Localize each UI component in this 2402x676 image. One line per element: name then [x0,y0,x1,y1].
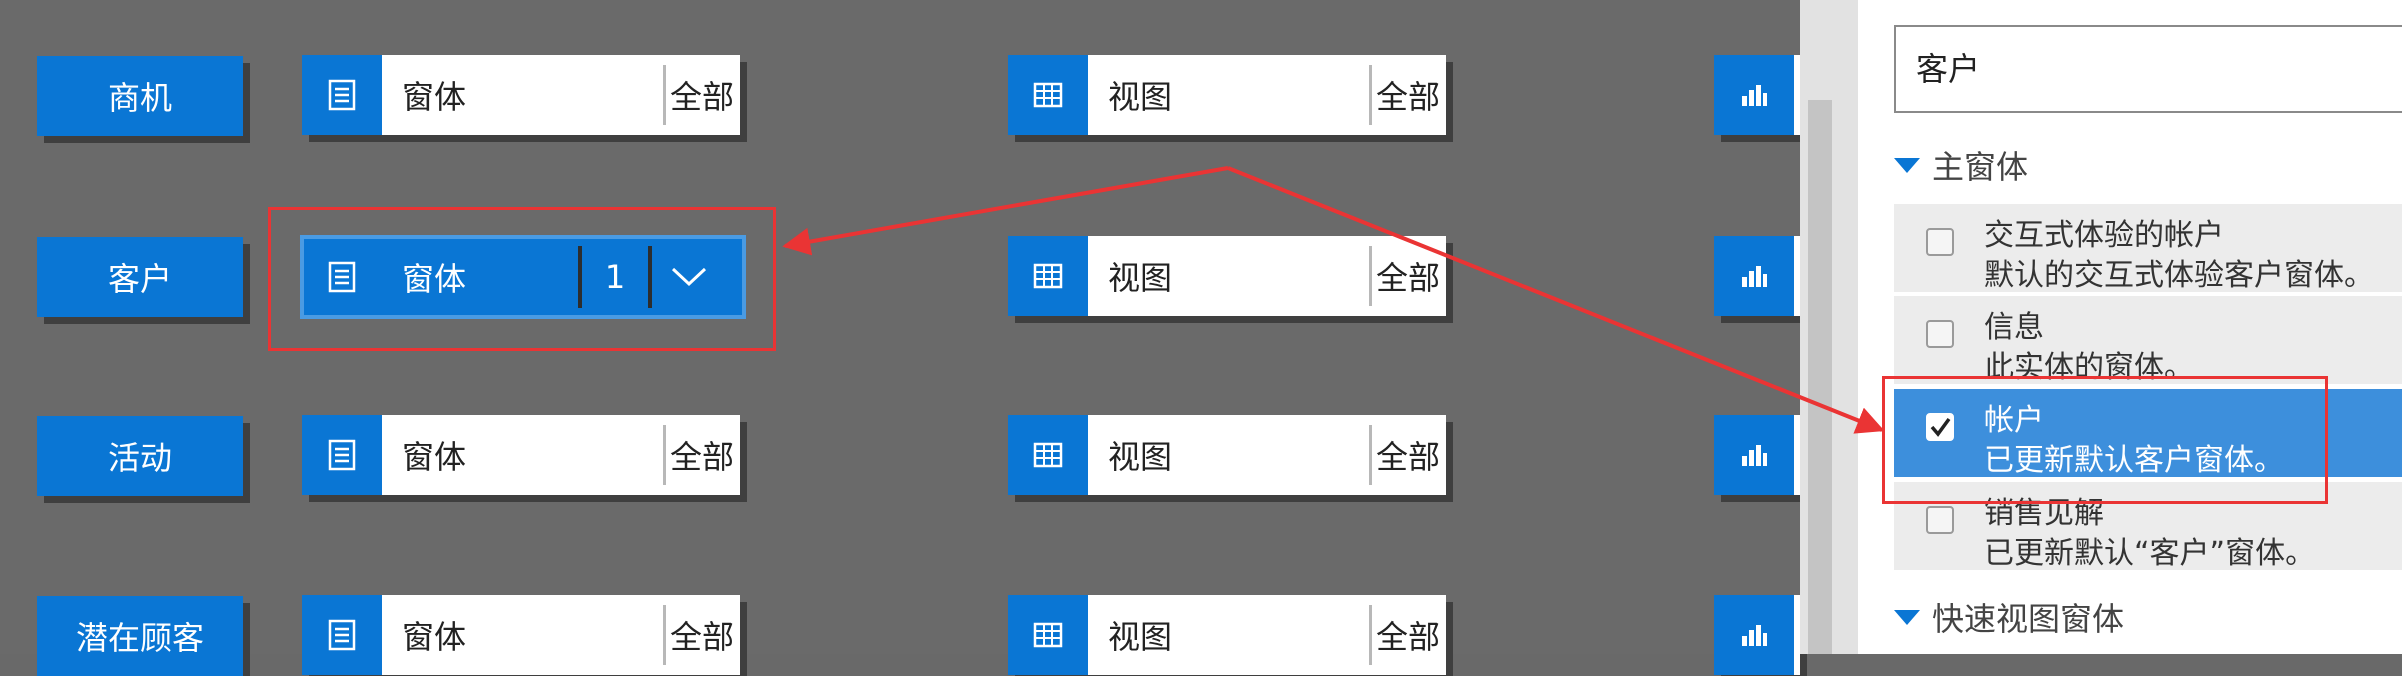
form-checkbox[interactable] [1926,228,1954,256]
form-option-name: 信息 [1984,310,2044,345]
charts-tile-account[interactable] [1714,236,1800,316]
entity-button-opportunity[interactable]: 商机 [37,56,243,136]
forms-tile-label: 窗体 [402,618,467,656]
main-form-section-label: 主窗体 [1932,148,2029,186]
forms-tile-lead[interactable]: 窗体 全部 [302,595,740,675]
forms-tile-all-label: 全部 [669,618,734,656]
form-list-icon [302,595,382,675]
forms-tile-label: 窗体 [402,78,467,116]
entity-name-field[interactable]: 客户 [1894,25,2402,113]
bar-chart-icon [1714,236,1794,316]
quick-view-section-label: 快速视图窗体 [1932,600,2125,638]
views-tile-account[interactable]: 视图 全部 [1008,236,1446,316]
entity-label: 活动 [107,439,172,477]
views-tile-label: 视图 [1108,259,1173,297]
entity-button-lead[interactable]: 潜在顾客 [37,596,243,676]
views-tile-opportunity[interactable]: 视图 全部 [1008,55,1446,135]
views-tile-activity[interactable]: 视图 全部 [1008,415,1446,495]
views-tile-all-label: 全部 [1375,259,1440,297]
form-option-information[interactable]: 信息 此实体的窗体。 [1894,296,2402,385]
main-form-section-header[interactable]: 主窗体 [1894,142,2028,188]
views-tile-all-label: 全部 [1375,438,1440,476]
views-tile-lead[interactable]: 视图 全部 [1008,595,1446,675]
bar-chart-icon [1714,595,1794,675]
grid-view-icon [1008,595,1088,675]
views-tile-label: 视图 [1108,618,1173,656]
form-option-name: 交互式体验的帐户 [1984,218,2224,253]
bar-chart-icon [1714,55,1794,135]
app-designer-canvas: 商机 窗体 全部 视图 全部 客户 窗体 1 视图 全部 活动 窗体 全部 视图… [0,0,1800,676]
form-list-icon [302,415,382,495]
triangle-down-icon [1894,157,1920,173]
entity-label: 客户 [107,260,172,298]
form-option-description: 默认的交互式体验客户窗体。 [1984,258,2374,293]
views-tile-label: 视图 [1108,78,1173,116]
entity-button-activity[interactable]: 活动 [37,416,243,496]
views-tile-label: 视图 [1108,438,1173,476]
views-tile-all-label: 全部 [1375,618,1440,656]
charts-tile-activity[interactable] [1714,415,1800,495]
grid-view-icon [1008,415,1088,495]
form-option-description: 已更新默认“客户”窗体。 [1984,536,2316,571]
forms-tile-opportunity[interactable]: 窗体 全部 [302,55,740,135]
entity-label: 潜在顾客 [75,619,204,657]
charts-tile-opportunity[interactable] [1714,55,1800,135]
form-option-interactive-account[interactable]: 交互式体验的帐户 默认的交互式体验客户窗体。 [1894,204,2402,293]
quick-view-section-header[interactable]: 快速视图窗体 [1894,594,2124,640]
views-tile-all-label: 全部 [1375,78,1440,116]
properties-panel: 客户 主窗体 交互式体验的帐户 默认的交互式体验客户窗体。 信息 此实体的窗体。… [1858,0,2402,654]
forms-tile-activity[interactable]: 窗体 全部 [302,415,740,495]
bar-chart-icon [1714,415,1794,495]
forms-tile-all-label: 全部 [669,78,734,116]
entity-label: 商机 [107,79,172,117]
form-checkbox[interactable] [1926,506,1954,534]
form-checkbox[interactable] [1926,320,1954,348]
entity-button-account[interactable]: 客户 [37,237,243,317]
grid-view-icon [1008,236,1088,316]
annotation-highlight-box [1882,376,2328,504]
forms-tile-label: 窗体 [402,438,467,476]
triangle-down-icon [1894,609,1920,625]
charts-tile-lead[interactable] [1714,595,1800,675]
form-list-icon [302,55,382,135]
annotation-highlight-box [268,207,776,351]
grid-view-icon [1008,55,1088,135]
forms-tile-all-label: 全部 [669,438,734,476]
canvas-scrollbar[interactable] [1808,100,1832,654]
